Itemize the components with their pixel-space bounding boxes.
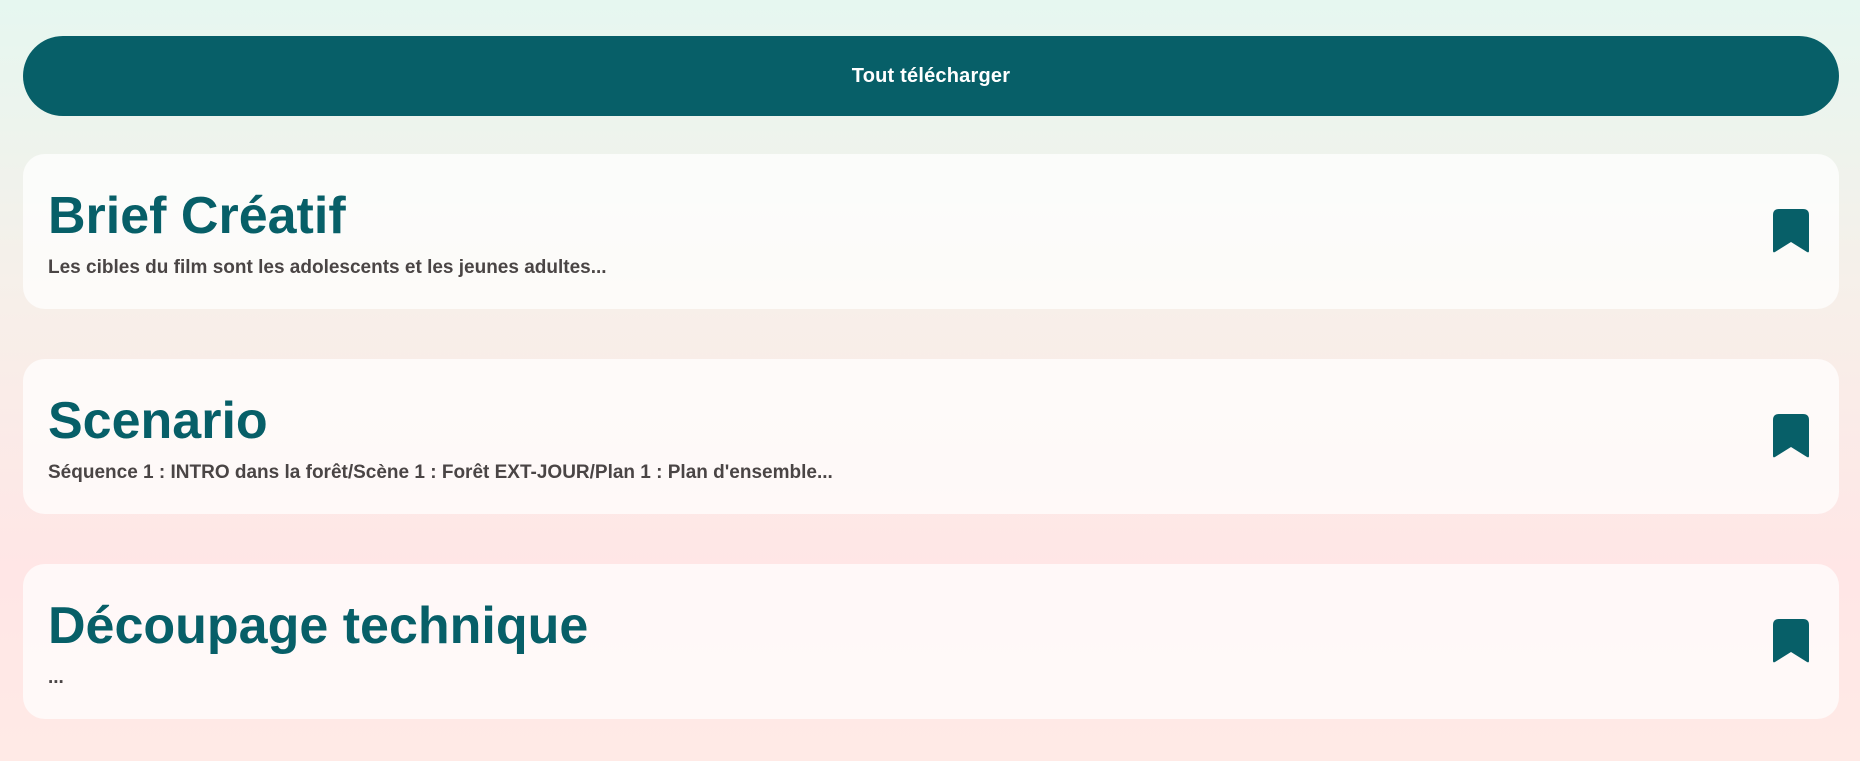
card-title: Brief Créatif <box>48 187 346 245</box>
document-card-scenario[interactable]: Scenario Séquence 1 : INTRO dans la forê… <box>23 359 1839 514</box>
bookmark-icon[interactable] <box>1773 414 1809 458</box>
card-excerpt: Séquence 1 : INTRO dans la forêt/Scène 1… <box>48 462 833 483</box>
document-list: Tout télécharger Brief Créatif Les cible… <box>23 36 1839 719</box>
bookmark-icon[interactable] <box>1773 209 1809 253</box>
document-card-brief[interactable]: Brief Créatif Les cibles du film sont le… <box>23 154 1839 309</box>
card-excerpt: ... <box>48 667 64 688</box>
document-card-decoupage[interactable]: Découpage technique ... <box>23 564 1839 719</box>
card-title: Scenario <box>48 392 268 450</box>
download-all-button[interactable]: Tout télécharger <box>23 36 1839 116</box>
card-excerpt: Les cibles du film sont les adolescents … <box>48 257 607 278</box>
card-title: Découpage technique <box>48 597 589 655</box>
bookmark-icon[interactable] <box>1773 619 1809 663</box>
